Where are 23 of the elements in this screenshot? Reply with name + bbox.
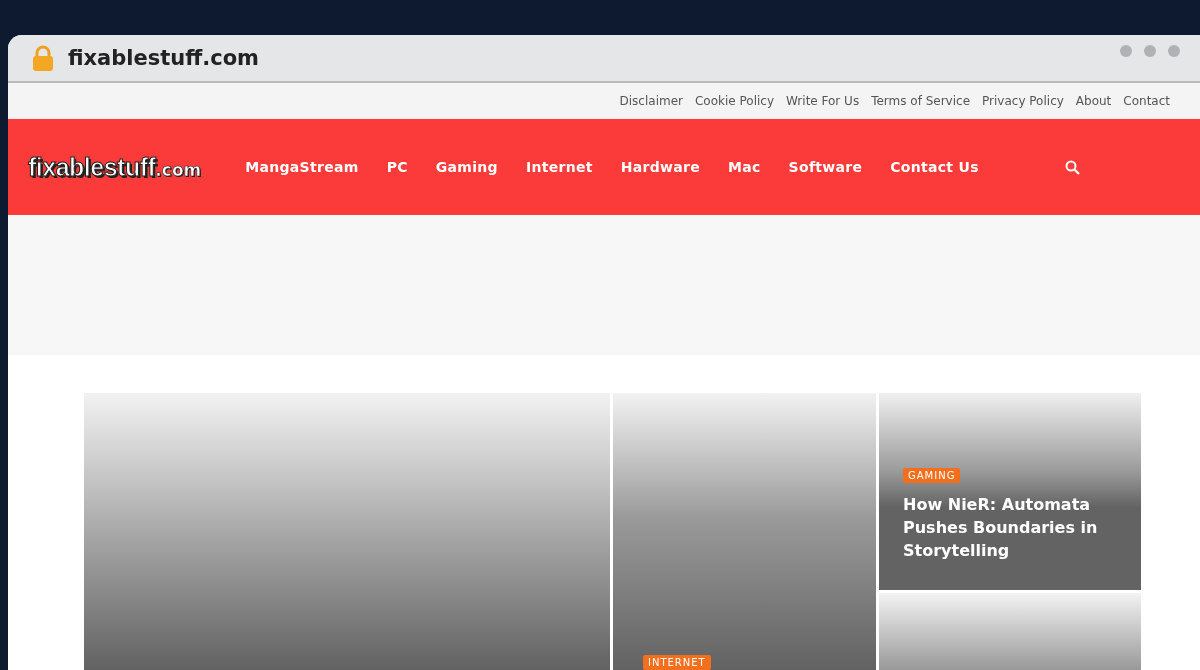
category-tag[interactable]: GAMING [903,468,961,483]
url-text: fixablestuff.com [68,46,260,70]
top-link[interactable]: About [1075,94,1112,108]
top-link[interactable]: Disclaimer [619,94,683,108]
post-card[interactable]: GAMING How NieR: Automata Pushes Boundaries in Storytelling [879,393,1141,590]
top-link[interactable]: Cookie Policy [695,94,775,108]
nav-link[interactable]: Hardware [606,159,714,175]
nav-link[interactable]: Internet [511,159,607,175]
top-link[interactable]: Contact [1123,94,1170,108]
nav-link[interactable]: Software [774,159,877,175]
top-link[interactable]: Write For Us [786,94,860,108]
post-title[interactable]: How NieR: Automata Pushes Boundaries in Storytelling [903,493,1121,563]
nav-link[interactable]: Contact Us [876,159,993,175]
post-card[interactable]: INTERNET [613,393,876,670]
site-logo[interactable]: fixablestuff.com [28,152,202,182]
nav-link[interactable]: PC [372,159,422,175]
nav-link[interactable]: MangaStream [231,159,373,175]
address-bar[interactable]: fixablestuff.com [8,35,1200,83]
top-link[interactable]: Privacy Policy [982,94,1064,108]
category-tag[interactable]: INTERNET [643,655,711,670]
nav-link[interactable]: Gaming [421,159,512,175]
nav-link[interactable]: Mac [714,159,775,175]
top-link[interactable]: Terms of Service [871,94,971,108]
